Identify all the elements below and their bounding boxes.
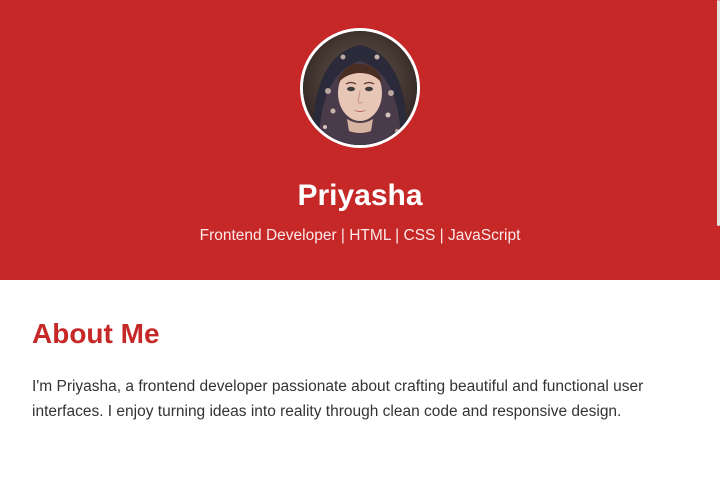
profile-name: Priyasha	[297, 179, 423, 212]
portfolio-page: Priyasha Frontend Developer | HTML | CSS…	[0, 0, 720, 479]
avatar	[300, 28, 420, 148]
about-text: I'm Priyasha, a frontend developer passi…	[32, 378, 644, 420]
about-section: About Me I'm Priyasha, a frontend develo…	[32, 316, 682, 424]
profile-photo-icon	[303, 31, 417, 145]
profile-header: Priyasha Frontend Developer | HTML | CSS…	[0, 0, 720, 280]
about-title: About Me	[32, 318, 160, 349]
scrollbar[interactable]	[714, 0, 720, 479]
profile-tagline: Frontend Developer | HTML | CSS | JavaSc…	[199, 227, 521, 244]
